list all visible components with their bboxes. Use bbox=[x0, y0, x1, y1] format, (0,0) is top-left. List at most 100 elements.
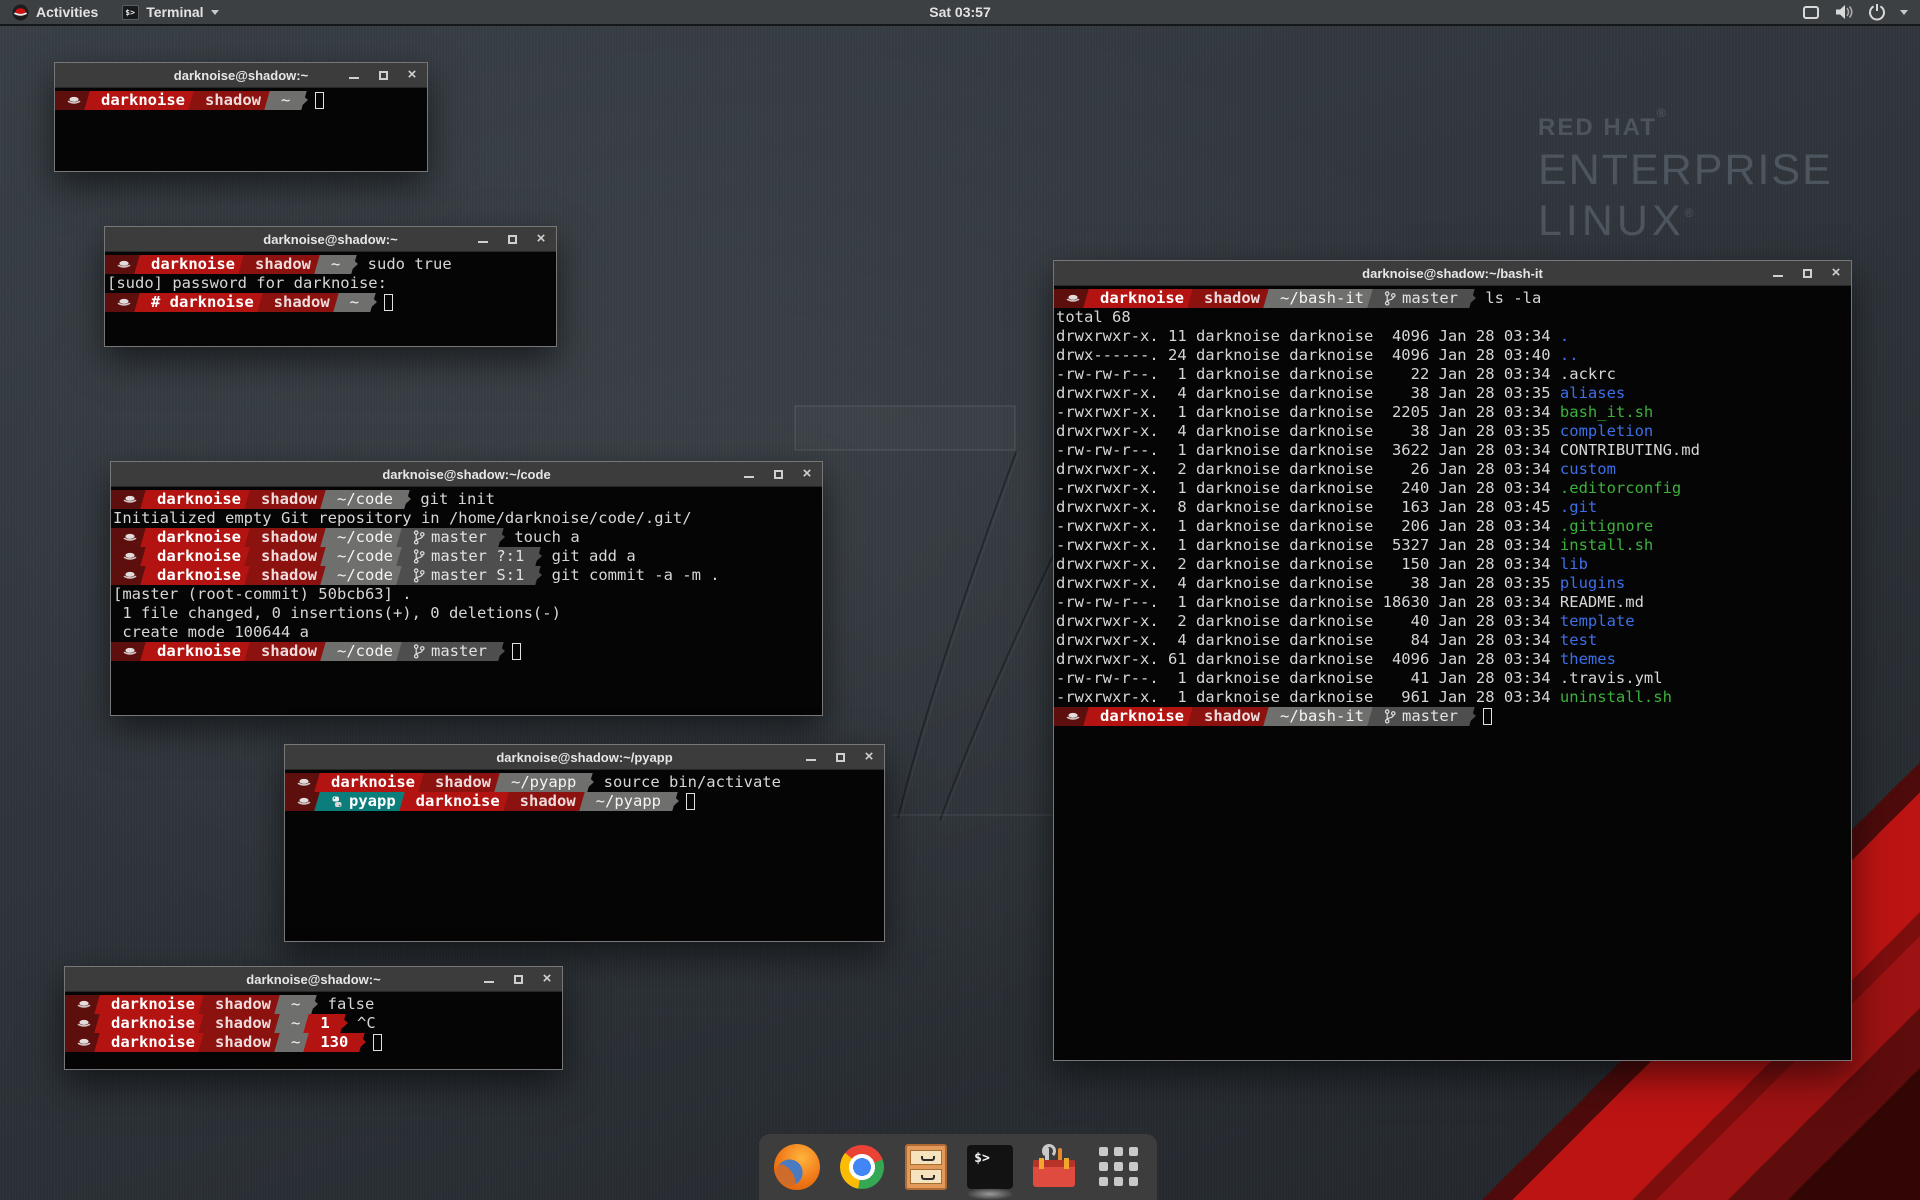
maximize-button[interactable] bbox=[834, 751, 846, 763]
terminal-content[interactable]: darknoiseshadow~ sudo true[sudo] passwor… bbox=[105, 253, 556, 346]
app-menu-terminal[interactable]: $> Terminal bbox=[110, 0, 230, 24]
terminal-content[interactable]: darknoiseshadow~/pyapp source bin/activa… bbox=[285, 771, 884, 941]
terminal-text: plugins bbox=[1560, 574, 1625, 593]
terminal-text: custom bbox=[1560, 460, 1616, 479]
window-title: darknoise@shadow:~ bbox=[246, 972, 380, 987]
window-titlebar[interactable]: darknoise@shadow:~/code × bbox=[111, 462, 822, 487]
terminal-text: test bbox=[1560, 631, 1597, 650]
terminal-line: 1 file changed, 0 insertions(+), 0 delet… bbox=[113, 604, 822, 623]
terminal-text: git init bbox=[411, 490, 495, 509]
minimize-button[interactable] bbox=[477, 233, 489, 245]
terminal-text: CONTRIBUTING.md bbox=[1560, 441, 1700, 460]
window-titlebar[interactable]: darknoise@shadow:~/pyapp × bbox=[285, 745, 884, 770]
clock[interactable]: Sat 03:57 bbox=[929, 4, 990, 20]
terminal-text: -rwxrwxr-x. 1 darknoise darknoise 206 Ja… bbox=[1056, 517, 1560, 536]
terminal-line: [master (root-commit) 50bcb63] . bbox=[113, 585, 822, 604]
system-status-area[interactable] bbox=[1796, 0, 1914, 24]
terminal-content[interactable]: darknoiseshadow~/code git initInitialize… bbox=[111, 488, 822, 715]
dock-item-terminal[interactable]: $> bbox=[964, 1141, 1016, 1193]
window-titlebar[interactable]: darknoise@shadow:~ × bbox=[65, 967, 562, 992]
rhel-logo-line2: ENTERPRISE bbox=[1538, 146, 1833, 195]
dock-item-toolbox[interactable] bbox=[1028, 1141, 1080, 1193]
maximize-button[interactable] bbox=[377, 69, 389, 81]
terminal-line: darknoiseshadow~/codemaster ?:1 git add … bbox=[113, 547, 822, 566]
terminal-line: drwxrwxr-x. 4 darknoise darknoise 84 Jan… bbox=[1056, 631, 1851, 650]
minimize-button[interactable] bbox=[805, 751, 817, 763]
window-title: darknoise@shadow:~ bbox=[174, 68, 308, 83]
prompt-segment-host: shadow bbox=[205, 995, 281, 1014]
terminal-text: drwxrwxr-x. 11 darknoise darknoise 4096 … bbox=[1056, 327, 1560, 346]
dock-item-app-grid[interactable] bbox=[1093, 1141, 1145, 1193]
prompt-segment-user: darknoise bbox=[101, 1033, 205, 1052]
top-bar: Activities $> Terminal Sat 03:57 bbox=[0, 0, 1920, 26]
terminal-text: total 68 bbox=[1056, 308, 1131, 327]
prompt-segment-path: ~/bash-it bbox=[1270, 289, 1374, 308]
terminal-text: source bin/activate bbox=[594, 773, 781, 792]
prompt-arrow bbox=[584, 773, 594, 791]
terminal-line: drwxrwxr-x. 4 darknoise darknoise 38 Jan… bbox=[1056, 384, 1851, 403]
maximize-button[interactable] bbox=[512, 973, 524, 985]
terminal-line: drwxrwxr-x. 8 darknoise darknoise 163 Ja… bbox=[1056, 498, 1851, 517]
maximize-button[interactable] bbox=[1801, 267, 1813, 279]
terminal-line: darknoiseshadow~1 ^C bbox=[67, 1014, 562, 1033]
dock-item-files[interactable] bbox=[900, 1141, 952, 1193]
terminal-text: -rw-rw-r--. 1 darknoise darknoise 18630 … bbox=[1056, 593, 1560, 612]
window-title: darknoise@shadow:~/code bbox=[382, 467, 550, 482]
prompt-segment-host: shadow bbox=[205, 1033, 281, 1052]
prompt-arrow bbox=[1466, 707, 1476, 725]
prompt-arrow bbox=[495, 642, 505, 660]
terminal-line: darknoiseshadow~/pyapp source bin/activa… bbox=[287, 773, 884, 792]
close-button[interactable]: × bbox=[863, 751, 875, 763]
minimize-button[interactable] bbox=[348, 69, 360, 81]
prompt-segment-path: ~/code bbox=[327, 642, 403, 661]
dock-item-firefox[interactable] bbox=[771, 1141, 823, 1193]
close-button[interactable]: × bbox=[1830, 267, 1842, 279]
minimize-button[interactable] bbox=[1772, 267, 1784, 279]
terminal-text: template bbox=[1560, 612, 1635, 631]
dock: $> bbox=[758, 1133, 1158, 1200]
close-button[interactable]: × bbox=[801, 468, 813, 480]
screen-icon bbox=[1802, 5, 1820, 20]
prompt-segment-git: master bbox=[403, 642, 497, 661]
redhat-prompt-icon bbox=[117, 296, 131, 309]
window-titlebar[interactable]: darknoise@shadow:~× bbox=[105, 227, 556, 252]
minimize-button[interactable] bbox=[483, 973, 495, 985]
terminal-cursor bbox=[384, 294, 393, 311]
dock-item-chrome[interactable] bbox=[836, 1141, 888, 1193]
prompt-arrow bbox=[669, 792, 679, 810]
terminal-text: themes bbox=[1560, 650, 1616, 669]
prompt-segment-git: master S:1 bbox=[403, 566, 534, 585]
close-button[interactable]: × bbox=[535, 233, 547, 245]
terminal-line: darknoiseshadow~130 bbox=[67, 1033, 562, 1052]
prompt-segment-user: darknoise bbox=[91, 91, 195, 110]
terminal-line: darknoiseshadow~/codemaster touch a bbox=[113, 528, 822, 547]
terminal-content[interactable]: darknoiseshadow~ bbox=[55, 89, 427, 171]
git-branch-icon bbox=[413, 530, 425, 545]
terminal-text: lib bbox=[1560, 555, 1588, 574]
terminal-cursor bbox=[373, 1034, 382, 1051]
terminal-content[interactable]: darknoiseshadow~/bash-itmaster ls -latot… bbox=[1054, 287, 1851, 1060]
prompt-segment-host: shadow bbox=[510, 792, 586, 811]
maximize-button[interactable] bbox=[772, 468, 784, 480]
prompt-segment-host: shadow bbox=[251, 547, 327, 566]
terminal-text: .editorconfig bbox=[1560, 479, 1681, 498]
activities-button[interactable]: Activities bbox=[0, 0, 110, 24]
window-titlebar[interactable]: darknoise@shadow:~/bash-it× bbox=[1054, 261, 1851, 286]
maximize-button[interactable] bbox=[506, 233, 518, 245]
close-button[interactable]: × bbox=[541, 973, 553, 985]
window-title: darknoise@shadow:~/pyapp bbox=[496, 750, 672, 765]
terminal-line: -rw-rw-r--. 1 darknoise darknoise 3622 J… bbox=[1056, 441, 1851, 460]
terminal-text: drwxrwxr-x. 2 darknoise darknoise 150 Ja… bbox=[1056, 555, 1560, 574]
close-button[interactable]: × bbox=[406, 69, 418, 81]
window-titlebar[interactable]: darknoise@shadow:~ × bbox=[55, 63, 427, 88]
prompt-arrow bbox=[338, 1014, 348, 1032]
terminal-line: drwxrwxr-x. 61 darknoise darknoise 4096 … bbox=[1056, 650, 1851, 669]
terminal-text: .git bbox=[1560, 498, 1597, 517]
redhat-prompt-icon bbox=[123, 550, 137, 563]
terminal-content[interactable]: darknoiseshadow~ falsedarknoiseshadow~1 … bbox=[65, 993, 562, 1069]
terminal-text: drwxrwxr-x. 8 darknoise darknoise 163 Ja… bbox=[1056, 498, 1560, 517]
prompt-segment-host: shadow bbox=[205, 1014, 281, 1033]
terminal-text: false bbox=[318, 995, 374, 1014]
prompt-segment-path: ~/bash-it bbox=[1270, 707, 1374, 726]
minimize-button[interactable] bbox=[743, 468, 755, 480]
